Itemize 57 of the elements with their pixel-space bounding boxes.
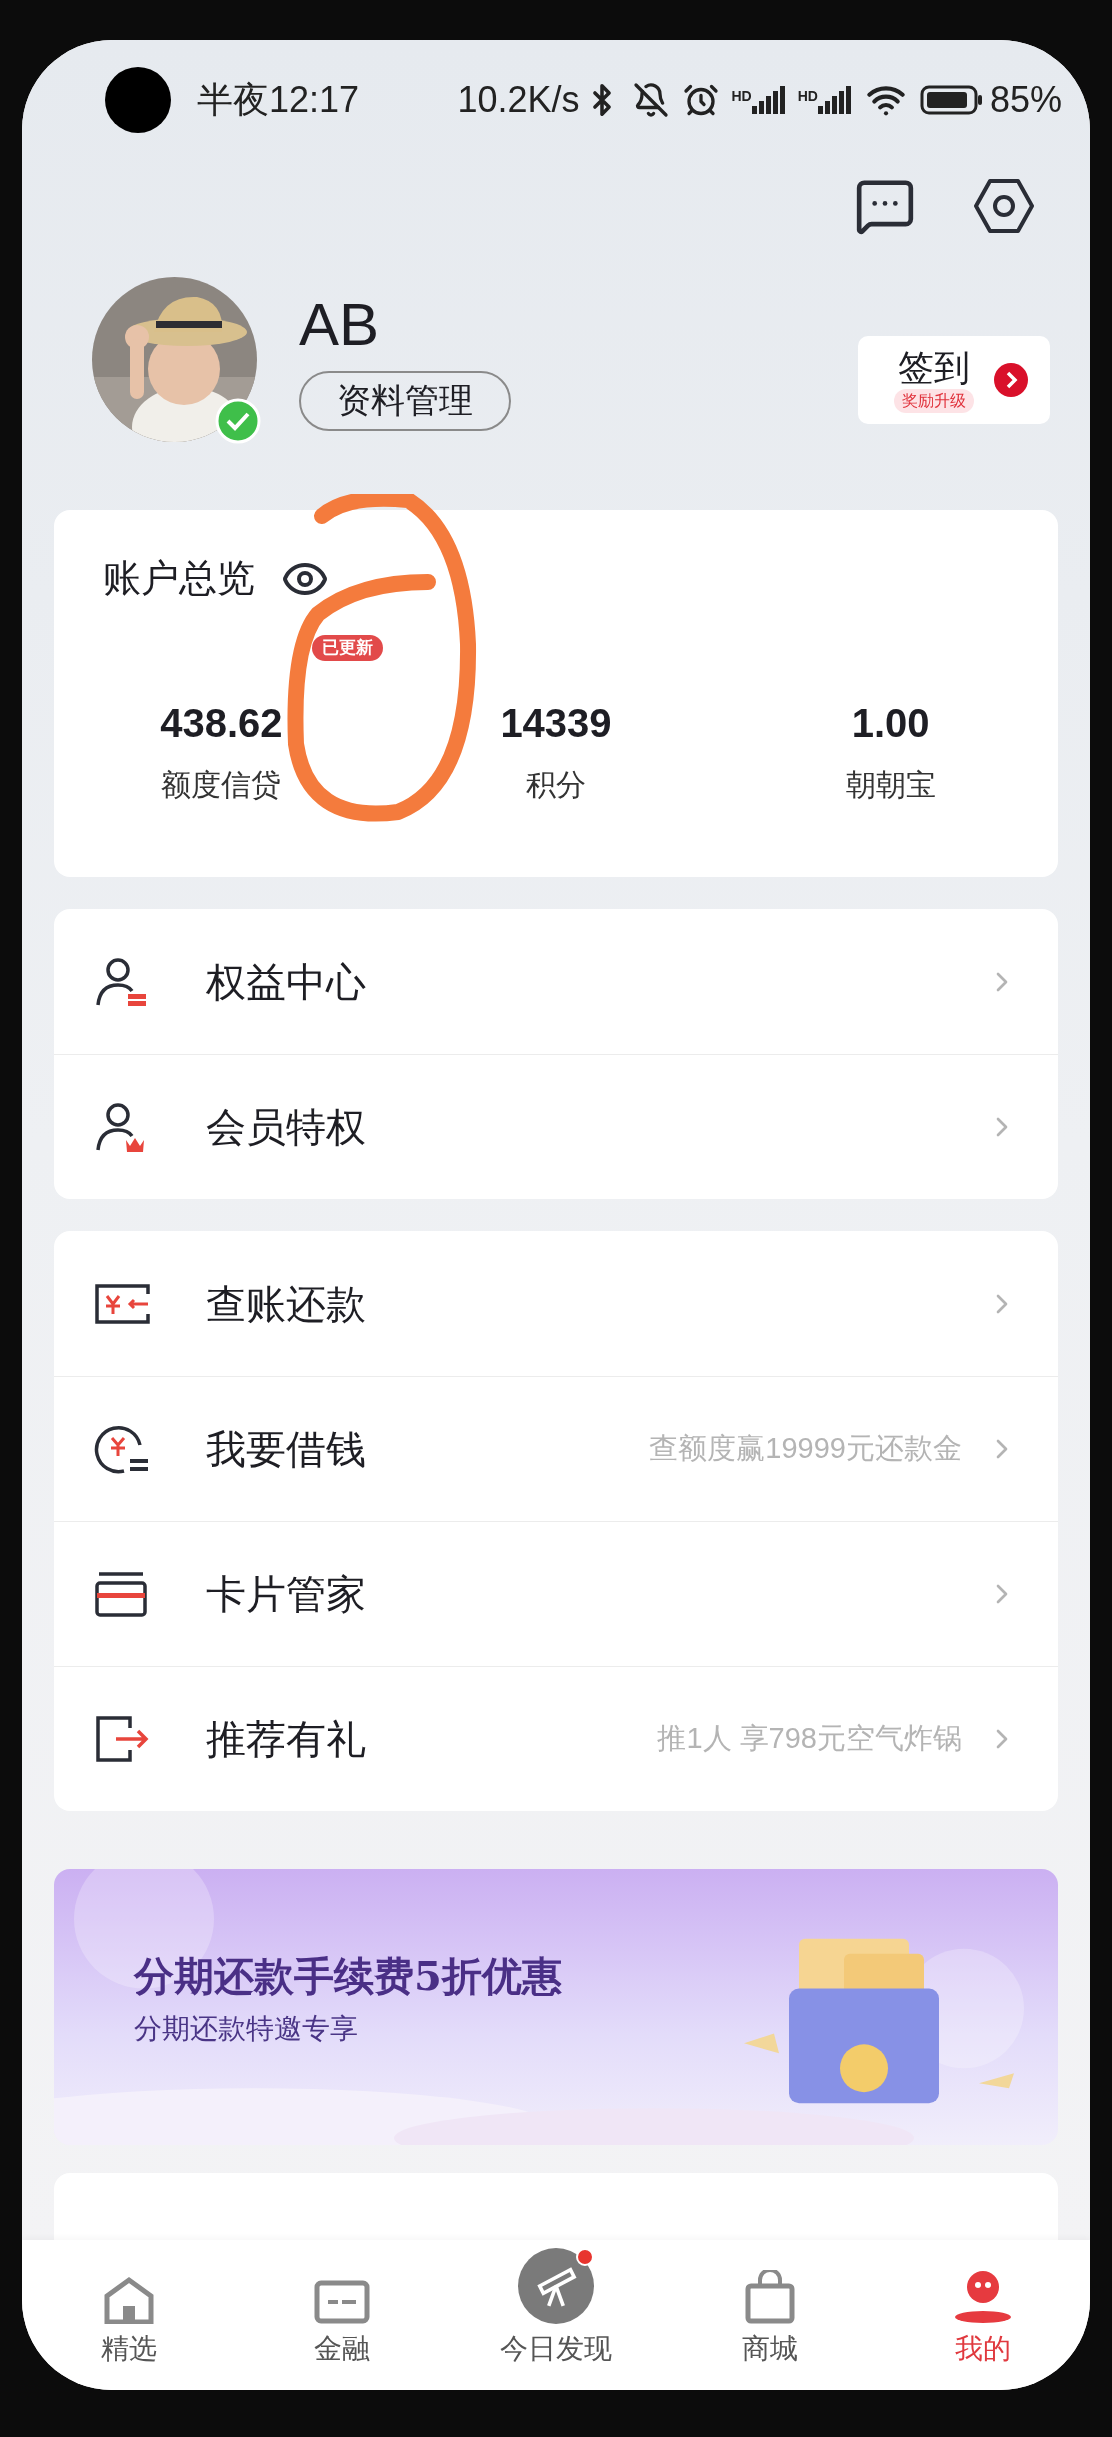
coin-clock-icon — [94, 1423, 150, 1475]
tab-item[interactable]: 商城 — [662, 2244, 877, 2390]
tab-item[interactable]: 我的 — [876, 2244, 1090, 2390]
menu-row[interactable]: 查账还款 — [54, 1231, 1058, 1376]
menu-row[interactable]: 我要借钱 查额度赢19999元还款金 — [54, 1376, 1058, 1521]
stat-value: 14339 — [500, 700, 612, 747]
updated-badge: 已更新 — [312, 635, 383, 661]
shopping-bag-icon — [743, 2270, 796, 2324]
menu-row[interactable]: 权益中心 — [54, 909, 1058, 1054]
card-icon — [314, 2280, 371, 2324]
battery-level: 85% — [989, 78, 1062, 122]
banner-subtitle: 分期还款特邀专享 — [134, 2012, 359, 2046]
account-title: 账户总览 — [103, 556, 255, 601]
settings-icon — [974, 178, 1034, 234]
checkin-label: 签到 — [898, 346, 970, 389]
tab-item[interactable]: 今日发现 — [449, 2244, 663, 2390]
network-speed: 10.2K/s — [457, 78, 580, 122]
stat-value: 438.62 — [160, 700, 283, 747]
battery-icon — [919, 85, 984, 115]
bell-off-icon — [633, 82, 670, 118]
bill-icon — [94, 1281, 150, 1326]
signal-icon — [817, 86, 852, 114]
menu-row[interactable]: 会员特权 — [54, 1054, 1058, 1199]
stat-label: 积分 — [526, 767, 586, 803]
banner-title: 分期还款手续费5折优惠 — [134, 1951, 563, 2001]
menu-label: 权益中心 — [206, 958, 366, 1006]
stat-label: 额度信贷 — [161, 767, 282, 803]
tab-item[interactable]: 精选 — [22, 2244, 236, 2390]
hd-label: HD — [797, 87, 818, 106]
menu-label: 会员特权 — [206, 1104, 366, 1151]
menu-hint: 推1人 享798元空气炸锅 — [657, 1721, 962, 1757]
status-time: 半夜12:17 — [197, 78, 360, 122]
settings-button[interactable] — [974, 178, 1034, 234]
menu-label: 查账还款 — [206, 1280, 366, 1328]
card-icon — [94, 1571, 148, 1617]
menu-row[interactable]: 卡片管家 — [54, 1521, 1058, 1666]
stat-value: 1.00 — [851, 700, 930, 747]
menu-label: 卡片管家 — [206, 1571, 366, 1618]
user-name: AB — [299, 289, 381, 360]
tab-item[interactable]: 金融 — [235, 2244, 450, 2390]
menu-row[interactable]: 推荐有礼 推1人 享798元空气炸锅 — [54, 1666, 1058, 1811]
profile-manage-button[interactable]: 资料管理 — [299, 370, 511, 431]
alarm-icon — [683, 82, 720, 118]
promo-banner[interactable]: 分期还款手续费5折优惠 分期还款特邀专享 — [54, 1869, 1058, 2145]
menu-label: 推荐有礼 — [206, 1716, 366, 1763]
hd-label: HD — [731, 87, 752, 106]
reward-badge: 奖励升级 — [894, 388, 974, 413]
telescope-icon — [518, 2248, 594, 2324]
home-icon — [102, 2276, 155, 2324]
signal-icon — [751, 86, 786, 114]
stat-label: 朝朝宝 — [845, 767, 936, 803]
chevron-circle-icon — [994, 362, 1028, 397]
menu-label: 我要借钱 — [206, 1426, 366, 1473]
user-icon — [954, 2270, 1013, 2324]
menu-hint: 查额度赢19999元还款金 — [649, 1431, 962, 1467]
checkin-button[interactable]: 签到 奖励升级 — [858, 335, 1050, 424]
exit-arrow-icon — [94, 1714, 150, 1764]
